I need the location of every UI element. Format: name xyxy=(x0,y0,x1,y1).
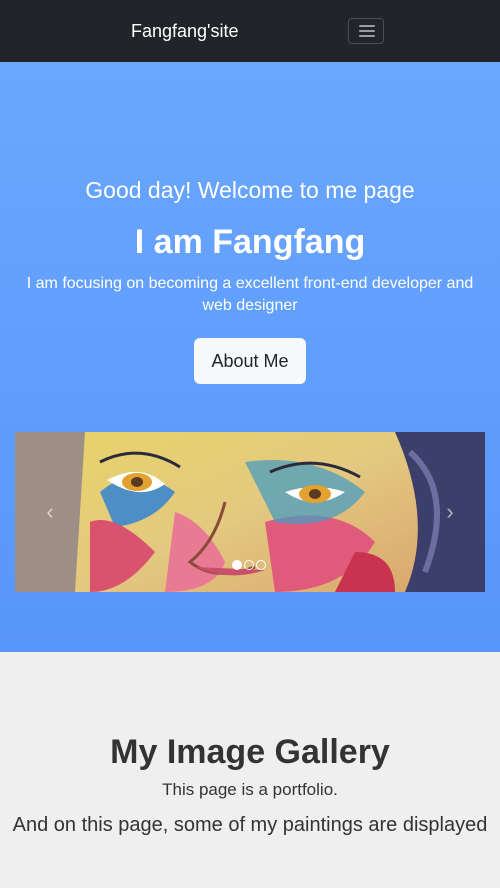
gallery-title: My Image Gallery xyxy=(110,733,390,771)
chevron-left-icon: ‹ xyxy=(46,499,54,524)
gallery-description: And on this page, some of my paintings a… xyxy=(12,814,488,836)
hero-greeting: Good day! Welcome to me page xyxy=(85,177,415,203)
carousel-next-button[interactable]: › xyxy=(415,432,485,592)
carousel-prev-button[interactable]: ‹ xyxy=(15,432,85,592)
hero-section: Good day! Welcome to me page I am Fangfa… xyxy=(0,62,500,652)
hamburger-menu-icon xyxy=(359,25,375,27)
hero-heading: I am Fangfang xyxy=(134,223,366,261)
carousel-indicator-3[interactable] xyxy=(256,560,266,570)
navbar: Fangfang'site xyxy=(0,0,500,62)
chevron-right-icon: › xyxy=(446,499,454,524)
navbar-toggle-button[interactable] xyxy=(348,18,384,44)
brand-link[interactable]: Fangfang'site xyxy=(131,20,239,42)
hero-tagline: I am focusing on becoming a excellent fr… xyxy=(26,275,474,314)
carousel-indicator-2[interactable] xyxy=(244,560,254,570)
gallery-subtitle: This page is a portfolio. xyxy=(162,780,338,799)
about-me-button[interactable]: About Me xyxy=(194,338,306,384)
gallery-section: My Image Gallery This page is a portfoli… xyxy=(0,652,500,888)
carousel-indicator-1[interactable] xyxy=(232,560,242,570)
carousel-indicators xyxy=(232,560,268,570)
image-carousel: ‹ › xyxy=(15,432,485,592)
